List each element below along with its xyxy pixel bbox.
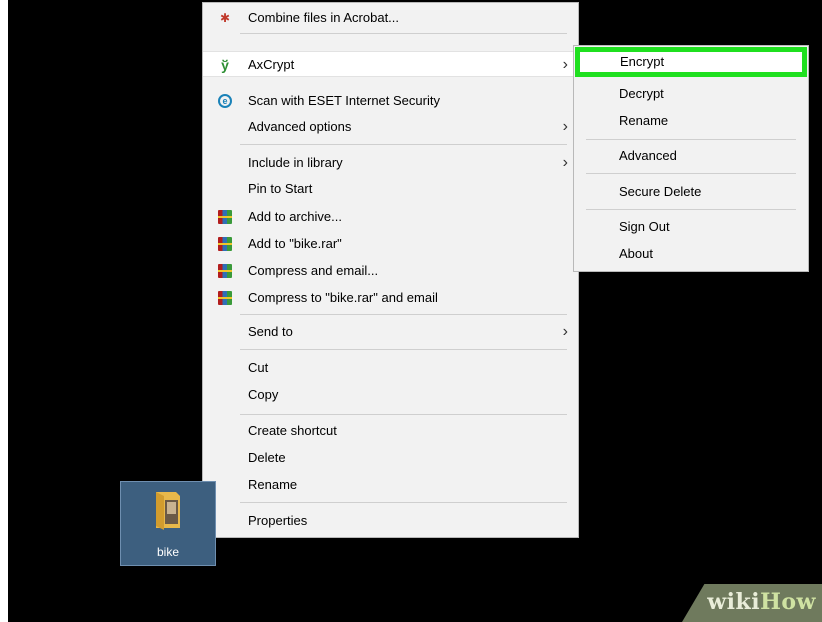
- menu-item-include-in-library[interactable]: Include in library ›: [203, 150, 578, 176]
- context-menu: ✱ Combine files in Acrobat... ў AxCrypt …: [202, 2, 579, 538]
- chevron-right-icon: ›: [562, 118, 568, 135]
- submenu-item-advanced[interactable]: Advanced: [574, 143, 808, 169]
- menu-separator: [240, 414, 567, 415]
- menu-separator: [240, 349, 567, 350]
- menu-item-create-shortcut[interactable]: Create shortcut: [203, 418, 578, 444]
- menu-item-axcrypt[interactable]: ў AxCrypt ›: [203, 51, 578, 77]
- menu-separator: [240, 314, 567, 315]
- menu-item-compress-to-bike-rar-email[interactable]: Compress to "bike.rar" and email: [203, 285, 578, 311]
- menu-separator: [240, 33, 567, 34]
- menu-separator: [240, 502, 567, 503]
- menu-item-copy[interactable]: Copy: [203, 382, 578, 408]
- menu-item-send-to[interactable]: Send to ›: [203, 319, 578, 345]
- winrar-icon: [218, 237, 232, 251]
- menu-item-delete[interactable]: Delete: [203, 445, 578, 471]
- menu-item-add-to-bike-rar[interactable]: Add to "bike.rar": [203, 231, 578, 257]
- submenu-item-encrypt[interactable]: Encrypt: [575, 47, 807, 77]
- menu-item-cut[interactable]: Cut: [203, 355, 578, 381]
- winrar-icon: [218, 291, 232, 305]
- submenu-separator: [586, 139, 796, 140]
- menu-item-add-to-archive[interactable]: Add to archive...: [203, 204, 578, 230]
- winrar-icon: [218, 264, 232, 278]
- menu-item-eset-scan[interactable]: e Scan with ESET Internet Security: [203, 88, 578, 114]
- submenu-item-secure-delete[interactable]: Secure Delete: [574, 179, 808, 205]
- menu-separator: [240, 144, 567, 145]
- menu-item-combine-acrobat[interactable]: ✱ Combine files in Acrobat...: [203, 5, 578, 31]
- desktop: ✱ Combine files in Acrobat... ў AxCrypt …: [8, 0, 822, 622]
- chevron-right-icon: ›: [562, 323, 568, 340]
- menu-item-rename[interactable]: Rename: [203, 472, 578, 498]
- axcrypt-submenu: Decrypt Rename Advanced Secure Delete Si…: [573, 45, 809, 272]
- menu-item-advanced-options[interactable]: Advanced options ›: [203, 114, 578, 140]
- submenu-item-decrypt[interactable]: Decrypt: [574, 81, 808, 107]
- acrobat-icon: ✱: [219, 11, 231, 25]
- winrar-icon: [218, 210, 232, 224]
- folder-name: bike: [156, 545, 179, 559]
- submenu-item-rename[interactable]: Rename: [574, 108, 808, 134]
- submenu-separator: [586, 209, 796, 210]
- chevron-right-icon: ›: [562, 154, 568, 171]
- submenu-item-sign-out[interactable]: Sign Out: [574, 214, 808, 240]
- menu-item-pin-to-start[interactable]: Pin to Start: [203, 176, 578, 202]
- chevron-right-icon: ›: [562, 56, 568, 73]
- wikihow-watermark: wikiHow: [682, 584, 822, 622]
- eset-icon: e: [218, 94, 232, 108]
- desktop-folder-bike[interactable]: bike: [120, 481, 216, 566]
- menu-item-properties[interactable]: Properties: [203, 508, 578, 534]
- folder-icon: [156, 492, 180, 530]
- submenu-separator: [586, 173, 796, 174]
- submenu-item-about[interactable]: About: [574, 241, 808, 267]
- axcrypt-icon: ў: [221, 57, 229, 73]
- menu-item-compress-and-email[interactable]: Compress and email...: [203, 258, 578, 284]
